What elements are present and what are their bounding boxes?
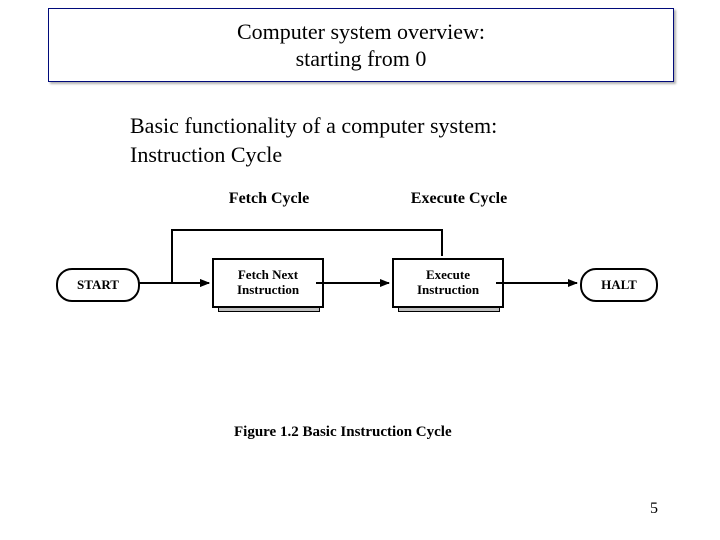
slide-title-line2: starting from 0 <box>49 45 673 73</box>
page-number: 5 <box>650 500 658 518</box>
instruction-cycle-figure: Fetch Cycle Execute Cycle START Fetch Ne… <box>44 190 676 490</box>
slide-title-line1: Computer system overview: <box>49 18 673 46</box>
slide-title-box: Computer system overview: starting from … <box>48 8 674 82</box>
flow-arrows <box>44 190 676 490</box>
figure-caption: Figure 1.2 Basic Instruction Cycle <box>234 424 452 441</box>
slide-body-line1: Basic functionality of a computer system… <box>130 112 650 141</box>
slide-body-line2: Instruction Cycle <box>130 141 650 170</box>
slide-body: Basic functionality of a computer system… <box>130 112 650 169</box>
